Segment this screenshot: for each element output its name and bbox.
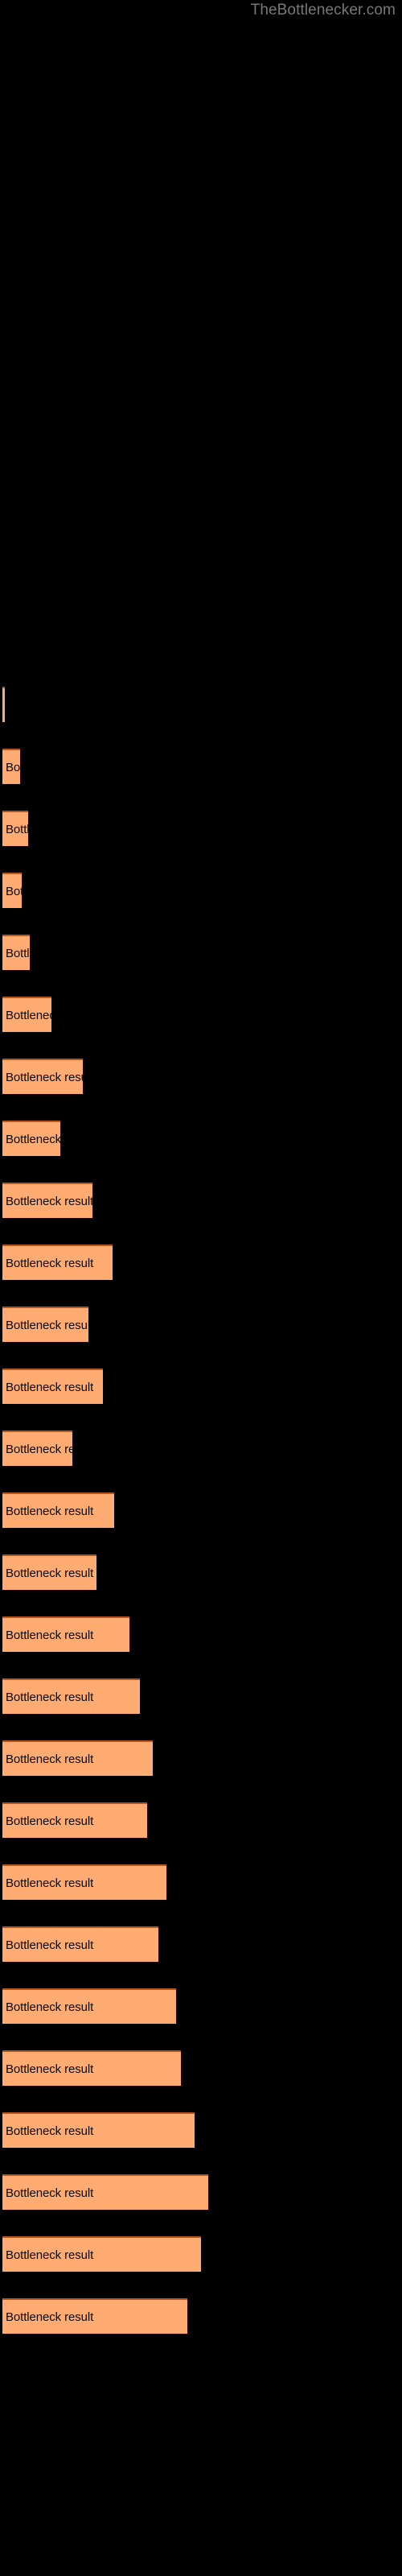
bar-row: Bottleneck resultBar 7 xyxy=(0,1059,402,1094)
bar: Bottleneck result xyxy=(2,997,51,1032)
bar-row: Bottleneck resultBar 25 xyxy=(0,2174,402,2210)
bar-row: Bottleneck resultBar 27 xyxy=(0,2298,402,2334)
bar-row: Bottleneck resultBar 19 xyxy=(0,1802,402,1838)
bar-label: Bottleneck result xyxy=(6,1690,94,1704)
bar-row: Bottleneck resultBar 22 xyxy=(0,1988,402,2024)
bar-row: Bottleneck resultBar 3 xyxy=(0,811,402,846)
bar-row: Bottleneck resultBar 21 xyxy=(0,1926,402,1962)
bar-label: Bottleneck result xyxy=(6,884,22,898)
bar-label: Bottleneck result xyxy=(6,1380,94,1394)
bar-label: Bottleneck result xyxy=(2,699,5,712)
bar-row: Bottleneck resultBar 23 xyxy=(0,2050,402,2086)
bar-row: Bottleneck resultBar 24 xyxy=(0,2112,402,2148)
bar-label: Bottleneck result xyxy=(6,1318,88,1332)
bar: Bottleneck result xyxy=(2,2050,181,2086)
bar-label: Bottleneck result xyxy=(6,1070,83,1084)
bar: Bottleneck result xyxy=(2,2236,201,2272)
bar: Bottleneck result xyxy=(2,1554,96,1590)
bar-label: Bottleneck result xyxy=(6,1008,51,1022)
bar: Bottleneck result xyxy=(2,935,30,970)
bar-row: Bottleneck resultBar 14 xyxy=(0,1492,402,1528)
bar: Bottleneck result xyxy=(2,2298,187,2334)
bar-label: Bottleneck result xyxy=(6,1132,60,1146)
bar-row: Bottleneck resultBar 11 xyxy=(0,1307,402,1342)
bar: Bottleneck result xyxy=(2,1368,103,1404)
bar-label: Bottleneck result xyxy=(6,1814,94,1828)
bar: Bottleneck result xyxy=(2,1430,72,1466)
bar: Bottleneck result xyxy=(2,1059,83,1094)
bar-row: Bottleneck resultBar 1 xyxy=(0,687,402,722)
bar: Bottleneck result xyxy=(2,1802,147,1838)
bar: Bottleneck result xyxy=(2,1245,113,1280)
bar-row: Bottleneck resultBar 10 xyxy=(0,1245,402,1280)
bar: Bottleneck result xyxy=(2,811,28,846)
bar-row: Bottleneck resultBar 6 xyxy=(0,997,402,1032)
bar-row: Bottleneck resultBar 18 xyxy=(0,1740,402,1776)
bar-label: Bottleneck result xyxy=(6,2310,94,2324)
bar-row: Bottleneck resultBar 9 xyxy=(0,1183,402,1218)
bar-label: Bottleneck result xyxy=(6,1938,94,1952)
bar: Bottleneck result xyxy=(2,2112,195,2148)
bar: Bottleneck result xyxy=(2,1678,140,1714)
bar-label: Bottleneck result xyxy=(6,1256,94,1270)
bar-row: Bottleneck resultBar 26 xyxy=(0,2236,402,2272)
bar-label: Bottleneck result xyxy=(6,1876,94,1890)
bar: Bottleneck result xyxy=(2,749,20,784)
bar: Bottleneck result xyxy=(2,1988,176,2024)
bar-label: Bottleneck result xyxy=(6,2062,94,2076)
bottleneck-bar-chart: Bottleneck resultBar 1Bottleneck resultB… xyxy=(0,0,402,2576)
bar: Bottleneck result xyxy=(2,1121,60,1156)
bar-label: Bottleneck result xyxy=(6,2248,94,2262)
bar-row: Bottleneck resultBar 17 xyxy=(0,1678,402,1714)
bar: Bottleneck result xyxy=(2,1740,153,1776)
bar: Bottleneck result xyxy=(2,1926,158,1962)
bar-label: Bottleneck result xyxy=(6,822,28,836)
bar-row: Bottleneck resultBar 5 xyxy=(0,935,402,970)
bar-label: Bottleneck result xyxy=(6,2186,94,2200)
bar-label: Bottleneck result xyxy=(6,2000,94,2014)
bar-row: Bottleneck resultBar 4 xyxy=(0,873,402,908)
bar-row: Bottleneck resultBar 8 xyxy=(0,1121,402,1156)
bar-label: Bottleneck result xyxy=(6,1566,94,1580)
bar-label: Bottleneck result xyxy=(6,1752,94,1766)
bar: Bottleneck result xyxy=(2,2174,208,2210)
bar-row: Bottleneck resultBar 20 xyxy=(0,1864,402,1900)
bar-label: Bottleneck result xyxy=(6,946,30,960)
bar-label: Bottleneck result xyxy=(6,760,20,774)
bar-label: Bottleneck result xyxy=(6,1442,72,1456)
bar-row: Bottleneck resultBar 12 xyxy=(0,1368,402,1404)
bar-label: Bottleneck result xyxy=(6,1628,94,1642)
bar: Bottleneck result xyxy=(2,1307,88,1342)
bar: Bottleneck result xyxy=(2,1492,114,1528)
bar: Bottleneck result xyxy=(2,1864,166,1900)
bar-label: Bottleneck result xyxy=(6,2124,94,2138)
bar-label: Bottleneck result xyxy=(6,1504,94,1518)
bar: Bottleneck result xyxy=(2,1616,129,1652)
bar-label: Bottleneck result xyxy=(6,1194,92,1208)
bar-row: Bottleneck resultBar 13 xyxy=(0,1430,402,1466)
bar-row: Bottleneck resultBar 15 xyxy=(0,1554,402,1590)
bar-row: Bottleneck resultBar 2 xyxy=(0,749,402,784)
bar-row: Bottleneck resultBar 16 xyxy=(0,1616,402,1652)
bar: Bottleneck result xyxy=(2,687,5,722)
bar: Bottleneck result xyxy=(2,873,22,908)
bar: Bottleneck result xyxy=(2,1183,92,1218)
